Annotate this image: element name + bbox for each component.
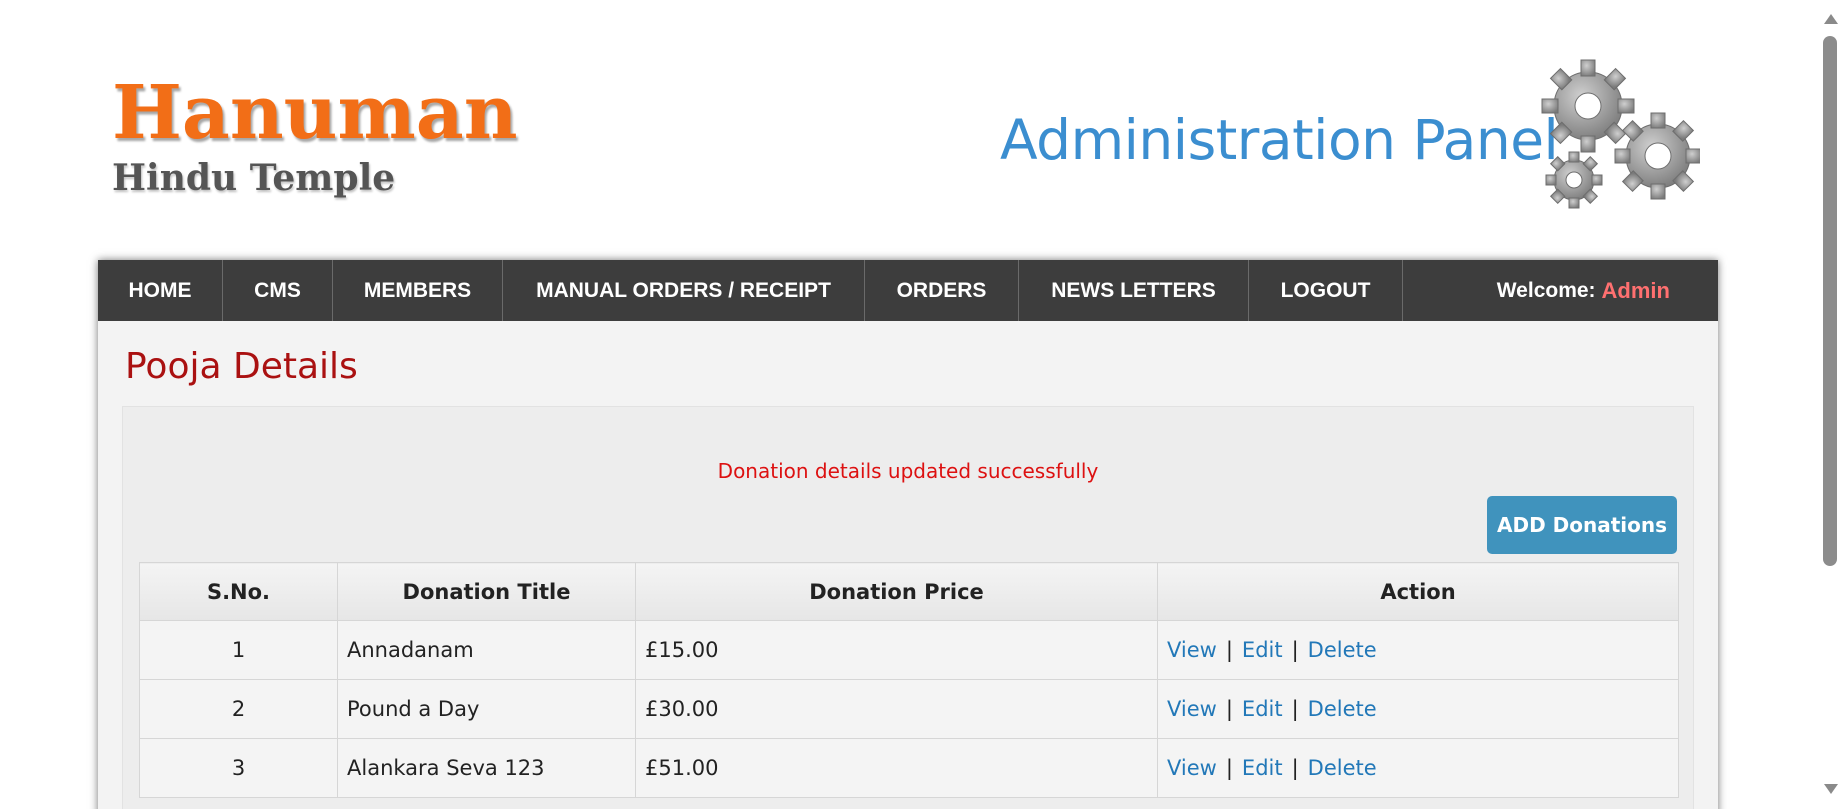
scroll-up-icon[interactable] xyxy=(1824,14,1838,24)
nav-manual-orders-receipt[interactable]: MANUAL ORDERS / RECEIPT xyxy=(503,260,865,321)
main-container: HOME CMS MEMBERS MANUAL ORDERS / RECEIPT… xyxy=(98,260,1718,809)
cell-title: Alankara Seva 123 xyxy=(337,738,636,798)
separator: | xyxy=(1291,638,1299,662)
cell-price: £51.00 xyxy=(635,738,1158,798)
welcome-username: Admin xyxy=(1601,277,1670,303)
cell-price: £15.00 xyxy=(635,620,1158,680)
logo-sub-text: Hindu Temple xyxy=(112,157,396,199)
separator: | xyxy=(1291,756,1299,780)
nav-members[interactable]: MEMBERS xyxy=(333,260,503,321)
edit-link[interactable]: Edit xyxy=(1242,756,1283,780)
admin-panel-banner: Administration Panel xyxy=(1000,58,1700,228)
view-link[interactable]: View xyxy=(1167,638,1217,662)
cell-actions: View | Edit | Delete xyxy=(1157,679,1679,739)
gears-icon xyxy=(1541,59,1700,209)
nav-logout[interactable]: LOGOUT xyxy=(1249,260,1403,321)
column-header-action: Action xyxy=(1157,562,1679,621)
delete-link[interactable]: Delete xyxy=(1308,756,1377,780)
scrollbar-thumb[interactable] xyxy=(1823,36,1837,566)
cell-actions: View | Edit | Delete xyxy=(1157,620,1679,680)
cell-title: Annadanam xyxy=(337,620,636,680)
column-header-title[interactable]: Donation Title xyxy=(337,562,636,621)
delete-link[interactable]: Delete xyxy=(1308,697,1377,721)
separator: | xyxy=(1225,697,1233,721)
table-header-row: S.No. Donation Title Donation Price Acti… xyxy=(139,562,1679,621)
nav-cms[interactable]: CMS xyxy=(223,260,333,321)
admin-panel-title: Administration Panel xyxy=(1000,108,1559,172)
page-title: Pooja Details xyxy=(125,346,358,387)
column-header-sno[interactable]: S.No. xyxy=(139,562,338,621)
cell-sno: 3 xyxy=(139,738,338,798)
logo-main-text: Hanuman xyxy=(112,70,518,156)
nav-home[interactable]: HOME xyxy=(98,260,223,321)
separator: | xyxy=(1291,697,1299,721)
page: Hanuman Hindu Temple Administration Pane… xyxy=(0,0,1842,809)
content-panel: Donation details updated successfully AD… xyxy=(122,406,1694,809)
cell-title: Pound a Day xyxy=(337,679,636,739)
edit-link[interactable]: Edit xyxy=(1242,697,1283,721)
vertical-scrollbar[interactable] xyxy=(1818,0,1842,809)
separator: | xyxy=(1225,638,1233,662)
view-link[interactable]: View xyxy=(1167,756,1217,780)
success-message: Donation details updated successfully xyxy=(717,459,1099,483)
donations-table: S.No. Donation Title Donation Price Acti… xyxy=(139,562,1679,798)
welcome-label: Welcome: xyxy=(1496,278,1596,302)
view-link[interactable]: View xyxy=(1167,697,1217,721)
column-header-price[interactable]: Donation Price xyxy=(635,562,1158,621)
welcome-message: Welcome: Admin xyxy=(1497,260,1718,321)
table-row: 2 Pound a Day £30.00 View | Edit | Delete xyxy=(139,679,1679,739)
scroll-down-icon[interactable] xyxy=(1824,784,1838,794)
cell-price: £30.00 xyxy=(635,679,1158,739)
separator: | xyxy=(1225,756,1233,780)
cell-sno: 2 xyxy=(139,679,338,739)
delete-link[interactable]: Delete xyxy=(1308,638,1377,662)
cell-actions: View | Edit | Delete xyxy=(1157,738,1679,798)
cell-sno: 1 xyxy=(139,620,338,680)
nav-orders[interactable]: ORDERS xyxy=(865,260,1019,321)
main-nav: HOME CMS MEMBERS MANUAL ORDERS / RECEIPT… xyxy=(98,260,1718,321)
edit-link[interactable]: Edit xyxy=(1242,638,1283,662)
add-donations-button[interactable]: ADD Donations xyxy=(1487,496,1677,554)
table-row: 3 Alankara Seva 123 £51.00 View | Edit | Del… xyxy=(139,738,1679,798)
site-logo[interactable]: Hanuman Hindu Temple xyxy=(112,72,518,200)
nav-news-letters[interactable]: NEWS LETTERS xyxy=(1019,260,1249,321)
table-row: 1 Annadanam £15.00 View | Edit | Delete xyxy=(139,620,1679,680)
